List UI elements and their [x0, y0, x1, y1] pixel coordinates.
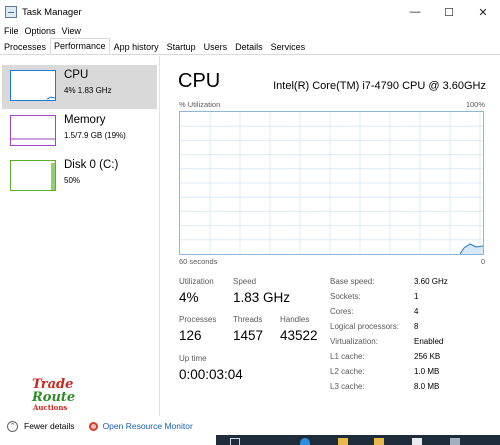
- resource-subtitle: 4% 1.83 GHz: [64, 86, 112, 95]
- resource-title: CPU: [64, 69, 89, 81]
- folder-icon[interactable]: [374, 438, 384, 445]
- window-title: Task Manager: [22, 6, 82, 18]
- resource-list: CPU 4% 1.83 GHz Memory 1.5/7.9 GB (19%) …: [0, 56, 160, 416]
- tab-bar: Processes Performance App history Startu…: [0, 38, 500, 55]
- task-manager-taskbar-icon[interactable]: [450, 438, 460, 445]
- processes-value: 126: [179, 328, 202, 343]
- resource-title: Disk 0 (C:): [64, 159, 119, 171]
- close-button[interactable]: ✕: [466, 0, 500, 24]
- processes-label: Processes: [179, 315, 217, 324]
- graph-zero-label: 0: [480, 257, 485, 266]
- speed-value: 1.83 GHz: [233, 290, 291, 305]
- threads-label: Threads: [233, 315, 263, 324]
- uptime-value: 0:00:03:04: [179, 367, 243, 382]
- graph-time-label: 60 seconds: [179, 257, 218, 266]
- spec-label: L1 cache:: [330, 352, 365, 361]
- spec-value: 8: [414, 322, 419, 331]
- memory-mini-graph: [10, 115, 56, 146]
- chevron-up-icon[interactable]: ⌃: [7, 420, 18, 432]
- resource-item-memory[interactable]: Memory 1.5/7.9 GB (19%): [2, 110, 157, 154]
- store-icon[interactable]: [412, 438, 422, 445]
- graph-label: % Utilization: [179, 100, 221, 109]
- tab-startup[interactable]: Startup: [163, 39, 200, 54]
- resource-title: Memory: [64, 114, 106, 126]
- edge-icon[interactable]: [300, 438, 310, 445]
- tab-services[interactable]: Services: [267, 39, 310, 54]
- utilization-label: Utilization: [179, 277, 214, 286]
- spec-value: 1: [414, 292, 419, 301]
- open-resource-monitor-link[interactable]: Open Resource Monitor: [103, 421, 193, 431]
- fewer-details-link[interactable]: Fewer details: [24, 421, 75, 431]
- spec-value: 4: [414, 307, 419, 316]
- disk-mini-graph: [10, 160, 56, 191]
- footer-bar: ⌃ Fewer details Open Resource Monitor: [0, 416, 500, 436]
- spec-value: 8.0 MB: [414, 382, 440, 391]
- tab-app-history[interactable]: App history: [110, 39, 163, 54]
- tab-processes[interactable]: Processes: [0, 39, 50, 54]
- cpu-model: Intel(R) Core(TM) i7-4790 CPU @ 3.60GHz: [273, 80, 486, 92]
- resource-item-disk[interactable]: Disk 0 (C:) 50%: [2, 155, 157, 199]
- maximize-button[interactable]: ☐: [432, 0, 466, 24]
- cpu-mini-graph: [10, 70, 56, 101]
- resource-subtitle: 1.5/7.9 GB (19%): [64, 131, 126, 140]
- resource-subtitle: 50%: [64, 176, 81, 185]
- spec-label: Base speed:: [330, 277, 375, 286]
- watermark-line: Auctions: [33, 403, 68, 412]
- tab-performance[interactable]: Performance: [50, 38, 110, 54]
- menu-options[interactable]: Options: [22, 26, 59, 36]
- tab-details[interactable]: Details: [231, 39, 267, 54]
- resource-item-cpu[interactable]: CPU 4% 1.83 GHz: [2, 65, 157, 109]
- tab-users[interactable]: Users: [200, 39, 232, 54]
- minimize-button[interactable]: —: [398, 0, 432, 24]
- watermark-logo: Trade Route Auctions: [32, 378, 82, 412]
- spec-label: L3 cache:: [330, 382, 365, 391]
- spec-label: Logical processors:: [330, 322, 399, 331]
- handles-label: Handles: [280, 315, 310, 324]
- handles-value: 43522: [280, 328, 318, 343]
- graph-max-label: 100%: [465, 100, 485, 109]
- spec-label: Sockets:: [330, 292, 361, 301]
- file-explorer-icon[interactable]: [338, 438, 348, 445]
- spec-value: 1.0 MB: [414, 367, 440, 376]
- utilization-value: 4%: [179, 290, 199, 305]
- spec-value: 3.60 GHz: [414, 277, 448, 286]
- menu-view[interactable]: View: [59, 26, 84, 36]
- cpu-utilization-graph: [179, 111, 484, 255]
- uptime-label: Up time: [179, 354, 207, 363]
- title-bar: Task Manager — ☐ ✕: [0, 0, 500, 24]
- menu-file[interactable]: File: [1, 26, 22, 36]
- task-manager-icon: [5, 6, 17, 18]
- taskbar: [216, 435, 500, 445]
- threads-value: 1457: [233, 328, 264, 343]
- graph-grid: [180, 112, 483, 254]
- spec-label: L2 cache:: [330, 367, 365, 376]
- spec-value: 256 KB: [414, 352, 441, 361]
- page-title: CPU: [178, 70, 221, 92]
- spec-label: Virtualization:: [330, 337, 378, 346]
- spec-label: Cores:: [330, 307, 354, 316]
- task-view-icon[interactable]: [230, 438, 240, 445]
- menu-bar: File Options View: [0, 24, 500, 38]
- spec-value: Enabled: [414, 337, 444, 346]
- speed-label: Speed: [233, 277, 257, 286]
- resource-monitor-icon: [88, 421, 98, 431]
